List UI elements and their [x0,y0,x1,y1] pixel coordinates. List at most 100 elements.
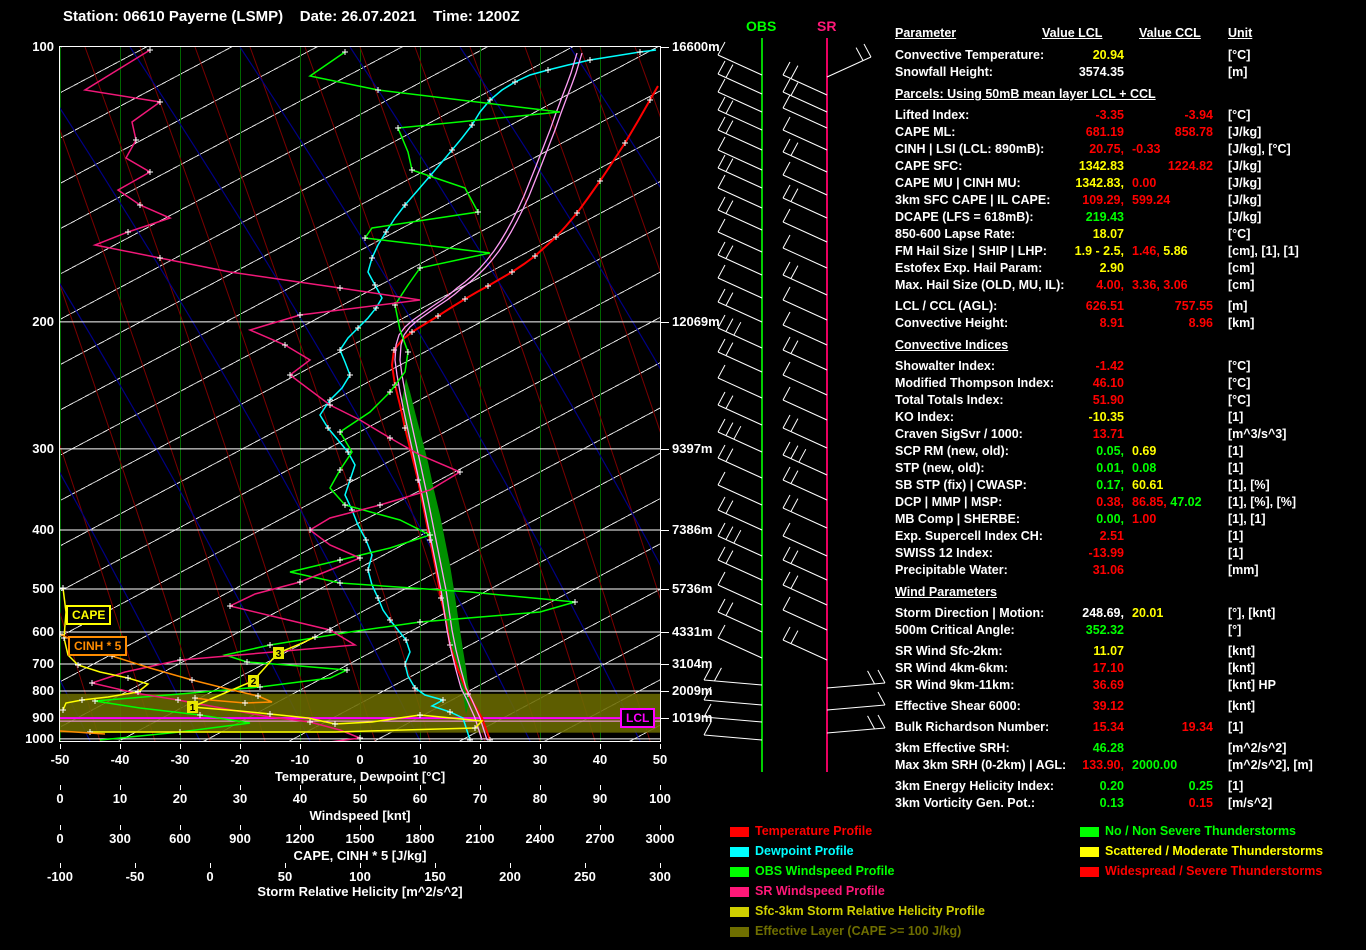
parameter-value: 0.25 [1189,779,1213,793]
axis-tick [300,825,301,830]
value-lcl-cell: 18.07 [895,227,1124,241]
axis-tick [600,744,601,749]
unit-cell: [1], [%], [%] [1228,495,1296,509]
unit-cell: [°], [knt] [1228,606,1275,620]
unit-cell: [°] [1228,623,1241,637]
section-header: Parcels: Using 50mB mean layer LCL + CCL [895,87,1156,101]
parameter-row: 500m Critical Angle:352.32[°] [895,623,1366,640]
value-lcl-cell: 1.9 - 2.5, [895,244,1124,258]
parameter-value: 858.78 [1175,125,1213,139]
value-lcl-cell: 1342.83, [895,176,1124,190]
value-lcl-cell: -13.99 [895,546,1124,560]
parameter-value: 1.00 [1132,512,1156,526]
pressure-tick-label: 1000 [16,731,54,746]
time-label: Time: 1200Z [433,8,519,25]
legend-label: Effective Layer (CAPE >= 100 J/kg) [755,924,961,938]
axis-tick [360,744,361,749]
legend-color-chip [730,827,749,837]
unit-cell: [°C] [1228,227,1250,241]
axis-tick [600,825,601,830]
axis-tick [435,863,436,868]
parameter-value: 0.17, [1096,478,1124,492]
axis-tick [240,825,241,830]
legend-color-chip [1080,867,1099,877]
section-header: Convective Indices [895,338,1008,352]
srh-height-marker: 3 [276,649,282,660]
altitude-tick [661,664,669,665]
parameter-value: 0.08 [1132,461,1156,475]
axis-tick-label: 20 [473,752,487,767]
axis-tick [60,863,61,868]
axis-tick [285,863,286,868]
date-label: Date: 26.07.2021 [300,8,417,25]
value-lcl-cell: 248.69, [895,606,1124,620]
parameter-row: Snowfall Height:3574.35[m] [895,65,1366,82]
column-header-value_lcl: Value LCL [1042,26,1102,40]
unit-cell: [1], [%] [1228,478,1270,492]
legend-color-chip [730,867,749,877]
parameter-value: 4.00, [1096,278,1124,292]
parameter-row: SB STP (fix) | CWASP:0.17,60.61[1], [%] [895,478,1366,495]
value-lcl-cell: 13.71 [895,427,1124,441]
axis-tick [540,744,541,749]
unit-cell: [J/kg] [1228,176,1261,190]
parameter-value: 2.51 [1100,529,1124,543]
value-lcl-cell: 109.29, [895,193,1124,207]
pressure-tick-label: 600 [16,624,54,639]
parameter-row: 850-600 Lapse Rate:18.07[°C] [895,227,1366,244]
parameter-value: 757.55 [1175,299,1213,313]
title-bar: Station: 06610 Payerne (LSMP) Date: 26.0… [63,8,520,26]
parameter-row: DCAPE (LFS = 618mB):219.43[J/kg] [895,210,1366,227]
spacer [283,8,300,25]
parameter-row: Storm Direction | Motion:248.69,20.01[°]… [895,606,1366,623]
unit-cell: [°C] [1228,359,1250,373]
value-lcl-cell: 219.43 [895,210,1124,224]
value-lcl-cell: 31.06 [895,563,1124,577]
axis-tick-label: 300 [109,831,131,846]
value-lcl-cell: 0.17, [895,478,1124,492]
value-lcl-cell: -1.42 [895,359,1124,373]
unit-cell: [m^2/s^2] [1228,741,1286,755]
axis-tick-label: 90 [593,791,607,806]
value-lcl-cell: 0.38, [895,495,1124,509]
srh-height-marker: 1 [190,703,196,714]
parameter-value: 8.96 [1189,316,1213,330]
parameter-value: 20.75, [1089,142,1124,156]
legend-label: Sfc-3km Storm Relative Helicity Profile [755,904,985,918]
axis-title: Temperature, Dewpoint [°C] [275,769,445,784]
legend-color-chip [730,927,749,937]
axis-tick-label: -50 [51,752,70,767]
axis-tick [480,785,481,790]
parameter-value: 0.01, [1096,461,1124,475]
axis-tick-label: -40 [111,752,130,767]
axis-tick [660,785,661,790]
axis-tick-label: 0 [56,831,63,846]
unit-cell: [cm], [1], [1] [1228,244,1299,258]
parameter-value: 5.86 [1160,244,1188,258]
value-lcl-cell: 20.94 [895,48,1124,62]
value-extra-cell: 20.01 [1132,606,1163,620]
parameter-value: -10.35 [1089,410,1124,424]
value-lcl-cell: 2.51 [895,529,1124,543]
unit-cell: [1] [1228,529,1243,543]
value-lcl-cell: 0.00, [895,512,1124,526]
parameter-row: MB Comp | SHERBE:0.00,1.00[1], [1] [895,512,1366,529]
value-ccl-cell: 8.96 [1073,316,1213,330]
unit-cell: [°C] [1228,376,1250,390]
unit-cell: [knt] HP [1228,678,1276,692]
altitude-tick [661,589,669,590]
axis-tick [360,863,361,868]
parameter-value: 36.69 [1093,678,1124,692]
unit-cell: [1] [1228,461,1243,475]
value-extra-cell: 0.69 [1132,444,1156,458]
unit-cell: [1] [1228,720,1243,734]
unit-cell: [1], [1] [1228,512,1266,526]
axis-tick [120,785,121,790]
lcl-level-label: LCL [620,708,655,728]
unit-cell: [cm] [1228,278,1254,292]
axis-tick [60,744,61,749]
value-extra-cell: 599.24 [1132,193,1170,207]
parameter-value: 248.69, [1082,606,1124,620]
legend-label: SR Windspeed Profile [755,884,885,898]
parameter-value: 219.43 [1086,210,1124,224]
